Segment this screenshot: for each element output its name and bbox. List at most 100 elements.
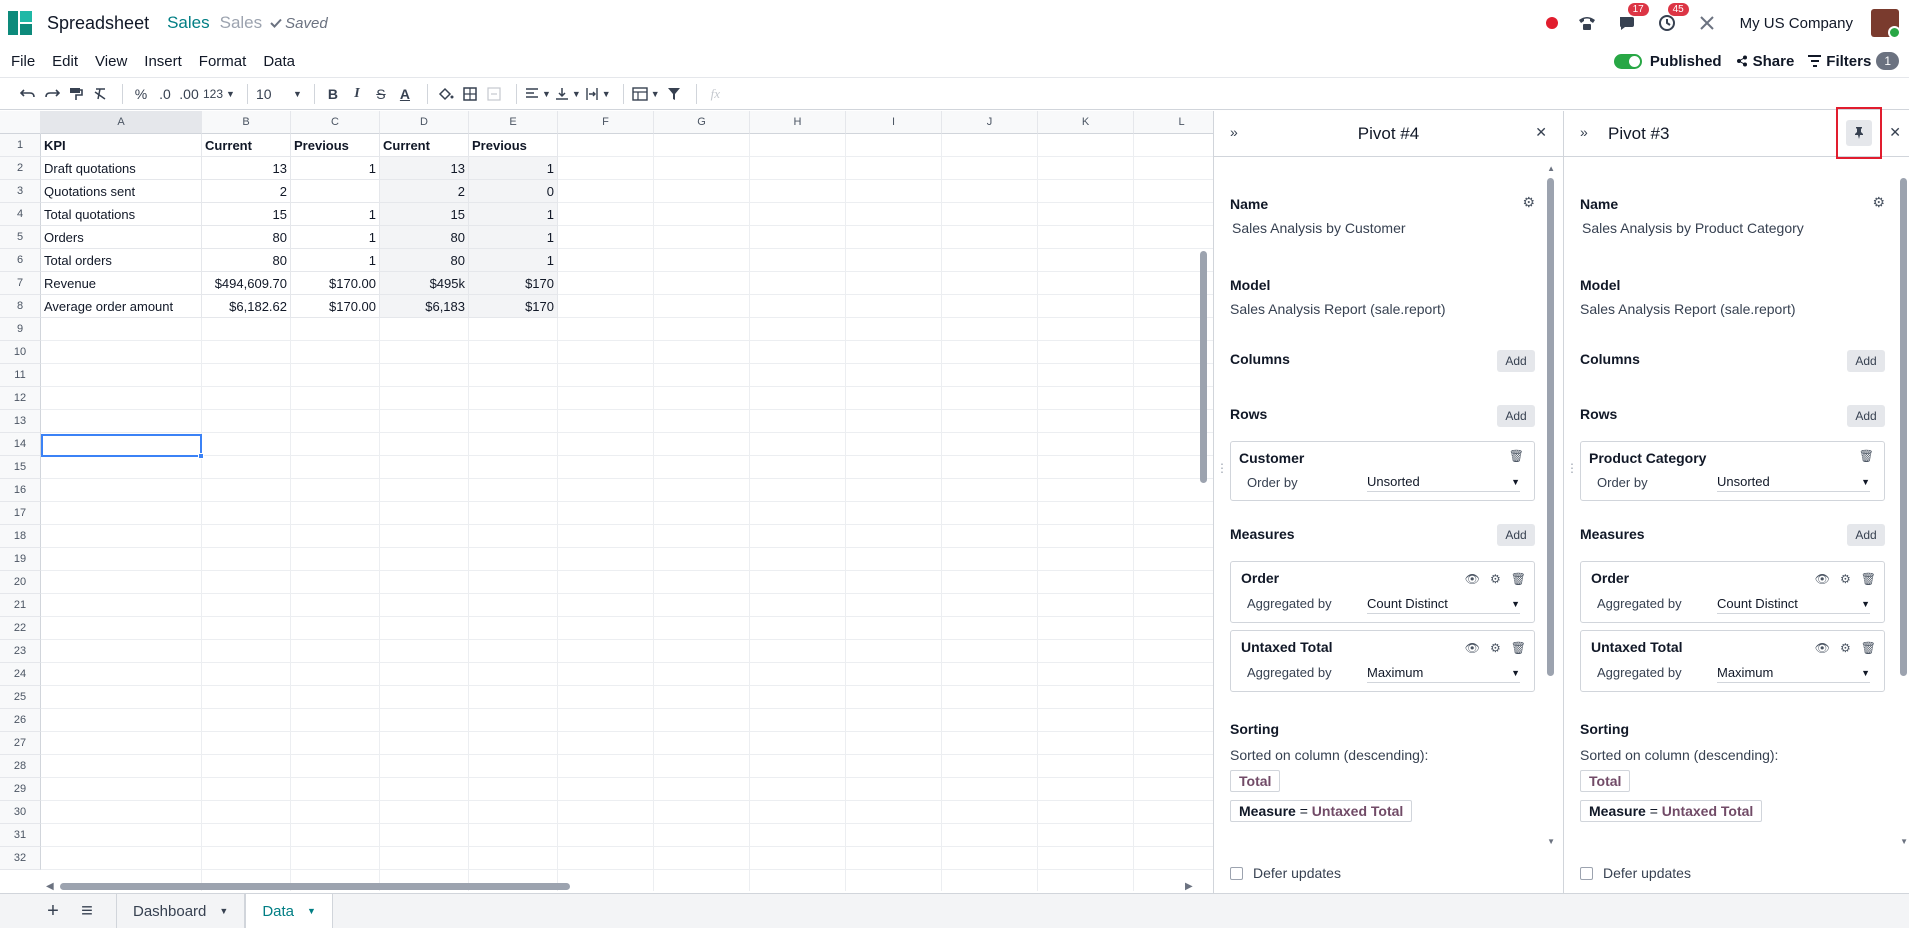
text-color-button[interactable]: A [395, 82, 415, 106]
row-header[interactable]: 1 [0, 134, 41, 157]
collapse-panel-icon[interactable]: » [1580, 124, 1588, 140]
vertical-align-icon[interactable]: ▼ [555, 82, 581, 106]
row-header[interactable]: 17 [0, 502, 41, 525]
grid-cell[interactable]: 80 [380, 226, 469, 249]
grid-cell[interactable]: Previous [469, 134, 558, 157]
sheet-tab-data[interactable]: Data ▼ [245, 893, 333, 928]
grid-cell[interactable]: $494,609.70 [202, 272, 291, 295]
app-title[interactable]: Spreadsheet [47, 13, 149, 34]
column-header-b[interactable]: B [202, 111, 291, 134]
strikethrough-button[interactable]: S [371, 82, 391, 106]
tools-icon[interactable] [1696, 12, 1718, 34]
grid-cell[interactable]: Current [380, 134, 469, 157]
grid-cell[interactable]: KPI [41, 134, 202, 157]
activities-clock-icon[interactable]: 45 [1656, 3, 1689, 34]
menu-format[interactable]: Format [199, 53, 247, 70]
row-header[interactable]: 20 [0, 571, 41, 594]
grid-cell[interactable]: 80 [202, 226, 291, 249]
add-measure-button[interactable]: Add [1497, 524, 1535, 546]
grid-cell[interactable]: 15 [380, 203, 469, 226]
grid-cell[interactable]: 80 [202, 249, 291, 272]
grid-cell[interactable]: Total quotations [41, 203, 202, 226]
list-sheets-icon[interactable]: ≡ [70, 894, 104, 928]
trash-icon[interactable]: 🗑 [1861, 641, 1876, 655]
grid-vertical-scrollbar[interactable] [1200, 251, 1207, 483]
column-header-d[interactable]: D [380, 111, 469, 134]
grid-cell[interactable]: Total orders [41, 249, 202, 272]
gear-icon[interactable]: ⚙ [1840, 572, 1851, 586]
fill-color-icon[interactable] [436, 82, 456, 106]
row-header[interactable]: 14 [0, 433, 41, 456]
row-header[interactable]: 15 [0, 456, 41, 479]
format-percent-button[interactable]: % [131, 82, 151, 106]
paint-format-icon[interactable] [66, 82, 86, 106]
aggregator-select[interactable]: Count Distinct ▼ [1367, 594, 1520, 614]
grid-cell[interactable]: 1 [291, 203, 380, 226]
increase-decimal-button[interactable]: .00 [179, 82, 199, 106]
messages-icon[interactable]: 17 [1616, 3, 1649, 34]
grid-horizontal-scrollbar[interactable] [60, 883, 570, 890]
phone-icon[interactable] [1576, 12, 1598, 34]
column-header-g[interactable]: G [654, 111, 750, 134]
row-header[interactable]: 22 [0, 617, 41, 640]
sheet-tab-dashboard[interactable]: Dashboard ▼ [116, 893, 246, 928]
share-button[interactable]: Share [1736, 53, 1794, 70]
company-switcher[interactable]: My US Company [1740, 15, 1853, 32]
gear-icon[interactable]: ⚙ [1840, 641, 1851, 655]
pivot-name-value[interactable]: Sales Analysis by Customer [1232, 220, 1406, 236]
eye-icon[interactable]: 👁 [1465, 572, 1480, 586]
trash-icon[interactable]: 🗑 [1859, 449, 1874, 463]
column-header-l[interactable]: L [1134, 111, 1213, 134]
breadcrumb-sales[interactable]: Sales [167, 13, 210, 33]
order-by-select[interactable]: Unsorted ▼ [1367, 472, 1520, 492]
row-header[interactable]: 3 [0, 180, 41, 203]
grid-cell[interactable]: $170.00 [291, 272, 380, 295]
column-header-i[interactable]: I [846, 111, 942, 134]
row-header[interactable]: 13 [0, 410, 41, 433]
pin-panel-button-highlight[interactable] [1836, 107, 1882, 159]
decrease-decimal-button[interactable]: .0 [155, 82, 175, 106]
grid-cell[interactable]: 0 [469, 180, 558, 203]
panel-scrollbar[interactable] [1900, 178, 1907, 676]
add-row-button[interactable]: Add [1497, 405, 1535, 427]
scroll-left-arrow-icon[interactable]: ◀ [46, 881, 54, 892]
pivot-name-value[interactable]: Sales Analysis by Product Category [1582, 220, 1804, 236]
defer-updates-option[interactable]: Defer updates [1230, 853, 1341, 893]
filters-button[interactable]: Filters 1 [1808, 52, 1899, 70]
defer-updates-checkbox[interactable] [1580, 866, 1593, 880]
menu-view[interactable]: View [95, 53, 127, 70]
column-header-a[interactable]: A [41, 111, 202, 134]
row-header[interactable]: 16 [0, 479, 41, 502]
eye-icon[interactable]: 👁 [1465, 641, 1480, 655]
gear-icon[interactable]: ⚙ [1522, 194, 1535, 211]
add-row-button[interactable]: Add [1847, 405, 1885, 427]
row-header[interactable]: 11 [0, 364, 41, 387]
row-header[interactable]: 7 [0, 272, 41, 295]
resize-handle-icon[interactable]: ⋮ [1216, 461, 1228, 475]
wrapping-icon[interactable]: ▼ [585, 82, 611, 106]
trash-icon[interactable]: 🗑 [1861, 572, 1876, 586]
user-avatar[interactable] [1871, 9, 1901, 39]
grid-cell[interactable]: Current [202, 134, 291, 157]
row-header[interactable]: 32 [0, 847, 41, 870]
defer-updates-checkbox[interactable] [1230, 866, 1243, 880]
column-header-f[interactable]: F [558, 111, 654, 134]
grid-cell[interactable]: Revenue [41, 272, 202, 295]
grid-cell[interactable]: 1 [469, 226, 558, 249]
row-header[interactable]: 30 [0, 801, 41, 824]
resize-handle-icon[interactable]: ⋮ [1566, 461, 1578, 475]
scroll-down-arrow-icon[interactable]: ▼ [1900, 837, 1908, 846]
grid-cell[interactable]: Draft quotations [41, 157, 202, 180]
column-header-c[interactable]: C [291, 111, 380, 134]
grid-cell[interactable]: 1 [291, 226, 380, 249]
column-header-j[interactable]: J [942, 111, 1038, 134]
column-header-h[interactable]: H [750, 111, 846, 134]
borders-icon[interactable] [460, 82, 480, 106]
row-header[interactable]: 19 [0, 548, 41, 571]
grid-cell[interactable]: $6,183 [380, 295, 469, 318]
grid-cell[interactable]: 2 [380, 180, 469, 203]
grid-cell[interactable]: Average order amount [41, 295, 202, 318]
add-sheet-icon[interactable]: + [36, 894, 70, 928]
spreadsheet-logo-icon[interactable] [8, 11, 32, 35]
row-header[interactable]: 8 [0, 295, 41, 318]
